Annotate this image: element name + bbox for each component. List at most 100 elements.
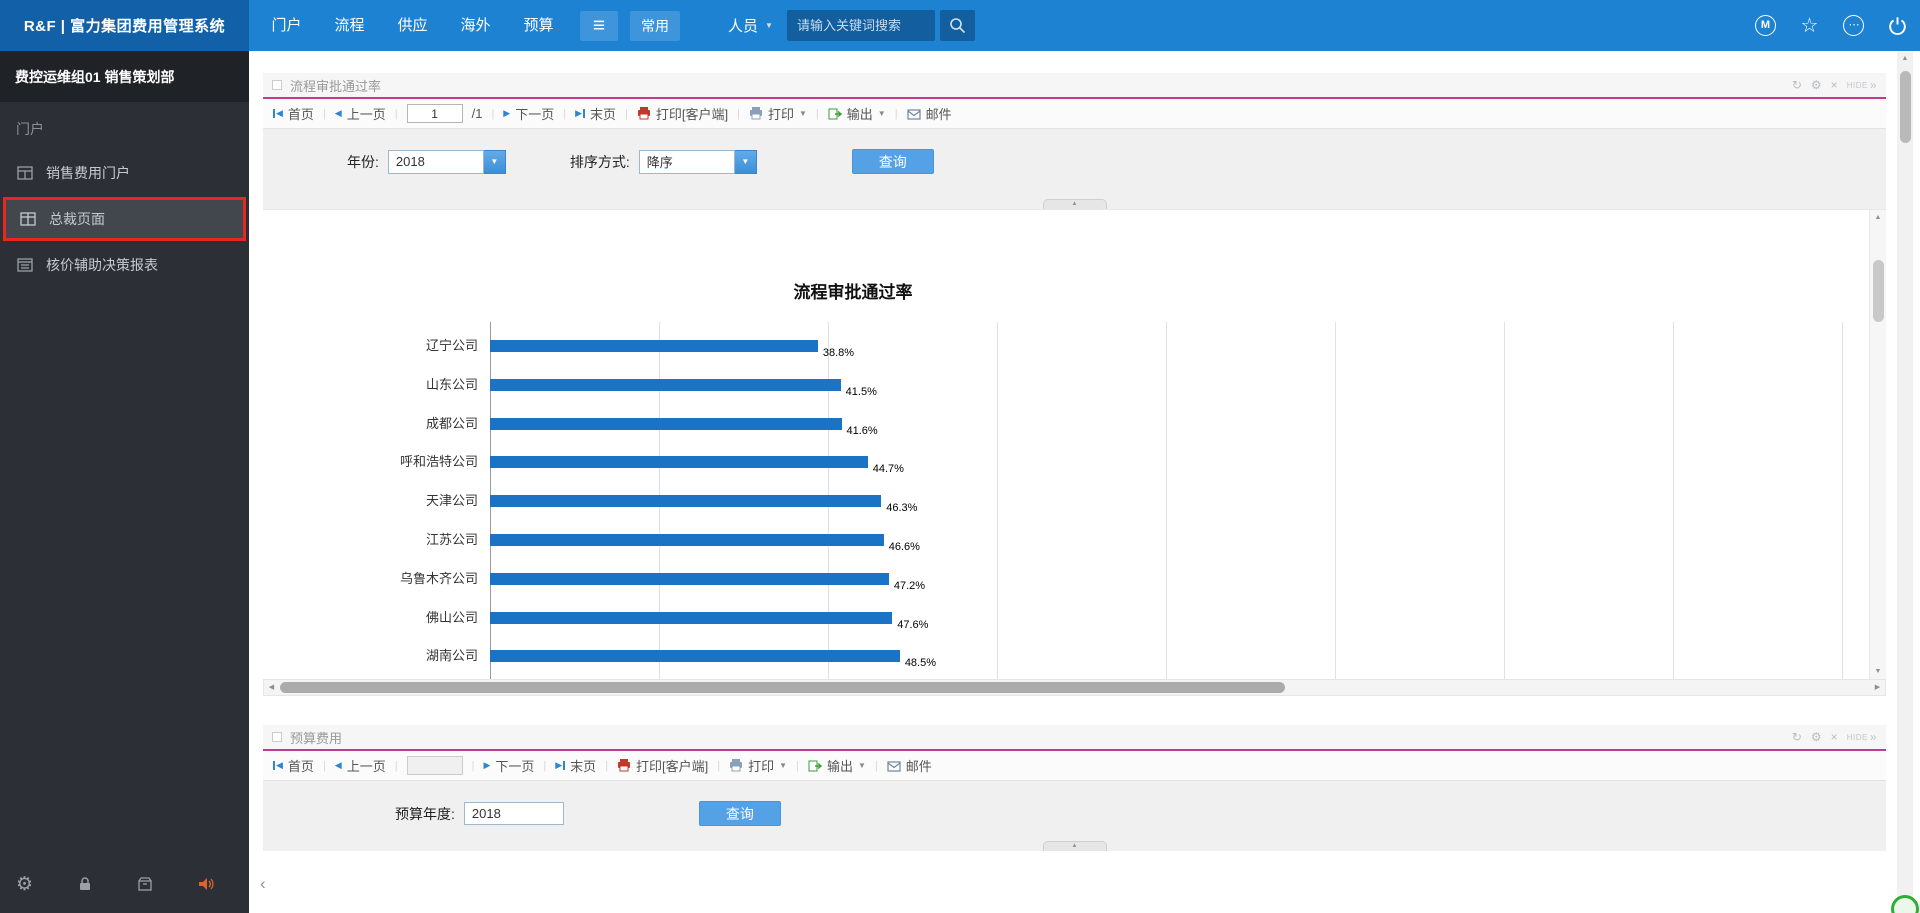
first-page-button[interactable]: ◀ 首页 — [273, 756, 314, 775]
chart-vertical-scrollbar[interactable]: ▲ ▼ — [1869, 210, 1886, 679]
power-icon — [1889, 17, 1906, 35]
sidebar-item-label: 销售费用门户 — [46, 165, 130, 181]
grid-window-icon — [17, 166, 33, 180]
sidebar-item-label: 核价辅助决策报表 — [46, 257, 158, 273]
more-options-button[interactable]: ⋯ — [1842, 14, 1865, 37]
sidebar-item-label: 总裁页面 — [49, 211, 105, 227]
report-window-icon — [17, 258, 33, 272]
export-button[interactable]: 输出 ▼ — [828, 104, 886, 123]
sidebar-bottom-toolbar: ⚙ ‹ — [0, 855, 266, 913]
nav-item-overseas[interactable]: 海外 — [444, 0, 507, 51]
value-label: 47.2% — [893, 579, 926, 592]
year-dropdown-value: 2018 — [387, 149, 484, 174]
panel-collapse-checkbox[interactable] — [272, 732, 282, 742]
nav-item-portal[interactable]: 门户 — [255, 0, 318, 51]
x-gridline — [1504, 322, 1505, 679]
filter-collapse-tab[interactable]: ▲ — [1042, 199, 1107, 209]
app-logo: R&F | 富力集团费用管理系统 — [0, 0, 249, 51]
lock-icon[interactable] — [77, 876, 93, 892]
search-category-dropdown[interactable]: 人员 ▼ — [728, 15, 773, 36]
close-icon[interactable]: × — [1831, 731, 1838, 743]
export-button[interactable]: 输出 ▼ — [808, 756, 866, 775]
value-label: 48.5% — [904, 657, 937, 670]
refresh-icon[interactable]: ↻ — [1792, 79, 1802, 91]
settings-gear-icon[interactable]: ⚙ — [16, 875, 33, 894]
search-button[interactable] — [939, 10, 975, 41]
main-nav: 门户 流程 供应 海外 预算 — [255, 0, 570, 51]
divider: | — [605, 759, 609, 772]
print-client-button[interactable]: 打印[客户端] — [617, 756, 708, 775]
query-button[interactable]: 查询 — [851, 149, 934, 174]
common-shortcuts-button[interactable]: 常用 — [630, 10, 680, 41]
approval-rate-bar — [490, 456, 868, 469]
gear-icon[interactable]: ⚙ — [1811, 79, 1822, 91]
nav-item-budget[interactable]: 预算 — [507, 0, 570, 51]
nav-item-process[interactable]: 流程 — [318, 0, 381, 51]
divider: | — [322, 759, 326, 772]
scroll-right-arrow-icon[interactable]: ▶ — [1870, 680, 1885, 695]
sort-dropdown[interactable]: 降序 ▼ — [638, 149, 757, 174]
panel-header: 流程审批通过率 ↻ ⚙ × HIDE » — [263, 73, 1886, 99]
message-badge-button[interactable]: M — [1754, 14, 1777, 37]
print-button[interactable]: 打印 ▼ — [749, 104, 807, 123]
filter-collapse-tab[interactable]: ▲ — [1042, 841, 1107, 851]
approval-rate-bar — [490, 495, 882, 508]
panel-collapse-checkbox[interactable] — [272, 80, 282, 90]
mail-button[interactable]: 邮件 — [887, 756, 932, 775]
mail-button[interactable]: 邮件 — [906, 104, 952, 123]
query-button[interactable]: 查询 — [698, 801, 781, 826]
package-box-icon[interactable] — [137, 876, 153, 892]
close-icon[interactable]: × — [1831, 79, 1838, 91]
chevron-down-icon: ▼ — [765, 21, 773, 30]
report-pagination-toolbar: ◀ 首页 | ◀ 上一页 | | ▶ 下一页 | ▶ 末页 | 打印[客户端] … — [263, 751, 1886, 781]
x-gridline — [1842, 322, 1843, 679]
page-vertical-scrollbar[interactable]: ▲ — [1897, 51, 1913, 913]
scroll-up-arrow-icon[interactable]: ▲ — [1897, 51, 1913, 66]
gear-icon[interactable]: ⚙ — [1811, 731, 1822, 743]
last-page-button[interactable]: ▶ 末页 — [575, 104, 616, 123]
scrollbar-thumb[interactable] — [1873, 260, 1884, 322]
scrollbar-thumb[interactable] — [280, 682, 1285, 693]
next-page-button[interactable]: ▶ 下一页 — [483, 756, 534, 775]
approval-rate-bar — [490, 340, 818, 352]
prev-page-button[interactable]: ◀ 上一页 — [335, 756, 386, 775]
sidebar-item-sales-expense-portal[interactable]: 销售费用门户 — [0, 151, 249, 195]
hide-panel-button[interactable]: HIDE » — [1847, 731, 1877, 743]
printer-client-icon — [618, 759, 631, 772]
hide-panel-button[interactable]: HIDE » — [1847, 79, 1877, 91]
dropdown-arrow-button[interactable]: ▼ — [483, 149, 506, 174]
budget-year-input[interactable] — [463, 802, 564, 825]
sidebar-item-pricing-report[interactable]: 核价辅助决策报表 — [0, 243, 249, 287]
nav-item-supply[interactable]: 供应 — [381, 0, 444, 51]
year-dropdown[interactable]: 2018 ▼ — [387, 149, 506, 174]
hamburger-menu-button[interactable]: ≡ — [580, 10, 618, 41]
scroll-down-arrow-icon[interactable]: ▼ — [1870, 664, 1886, 679]
speaker-audio-icon[interactable] — [197, 876, 216, 892]
sidebar-collapse-arrow[interactable]: ‹ — [260, 874, 266, 894]
sidebar-user-group: 费控运维组01 销售策划部 — [0, 51, 249, 102]
refresh-icon[interactable]: ↻ — [1792, 731, 1802, 743]
scrollbar-thumb[interactable] — [1899, 71, 1911, 143]
topbar-right-icons: M ☆ ⋯ — [1754, 14, 1909, 37]
print-button[interactable]: 打印 ▼ — [729, 756, 787, 775]
prev-page-button[interactable]: ◀ 上一页 — [335, 104, 386, 123]
chevron-down-icon: ▼ — [799, 109, 807, 118]
favorites-button[interactable]: ☆ — [1798, 14, 1821, 37]
app-window: R&F | 富力集团费用管理系统 门户 流程 供应 海外 预算 ≡ 常用 人员 … — [0, 0, 1920, 913]
x-gridline — [1335, 322, 1336, 679]
first-page-button[interactable]: ◀ 首页 — [273, 104, 314, 123]
page-number-input[interactable] — [406, 756, 463, 775]
keyword-search-input[interactable] — [786, 10, 935, 41]
last-page-button[interactable]: ▶ 末页 — [555, 756, 596, 775]
logout-power-button[interactable] — [1886, 14, 1909, 37]
scroll-up-arrow-icon[interactable]: ▲ — [1870, 210, 1886, 225]
category-label: 呼和浩特公司 — [399, 454, 478, 470]
next-page-button[interactable]: ▶ 下一页 — [503, 104, 554, 123]
page-number-input[interactable] — [406, 104, 463, 123]
divider: | — [471, 759, 475, 772]
dropdown-arrow-button[interactable]: ▼ — [734, 149, 757, 174]
chart-horizontal-scrollbar[interactable]: ◀ ▶ — [263, 679, 1886, 696]
sidebar-item-president-page[interactable]: 总裁页面 — [3, 197, 246, 241]
scroll-left-arrow-icon[interactable]: ◀ — [264, 680, 279, 695]
print-client-button[interactable]: 打印[客户端] — [637, 104, 728, 123]
